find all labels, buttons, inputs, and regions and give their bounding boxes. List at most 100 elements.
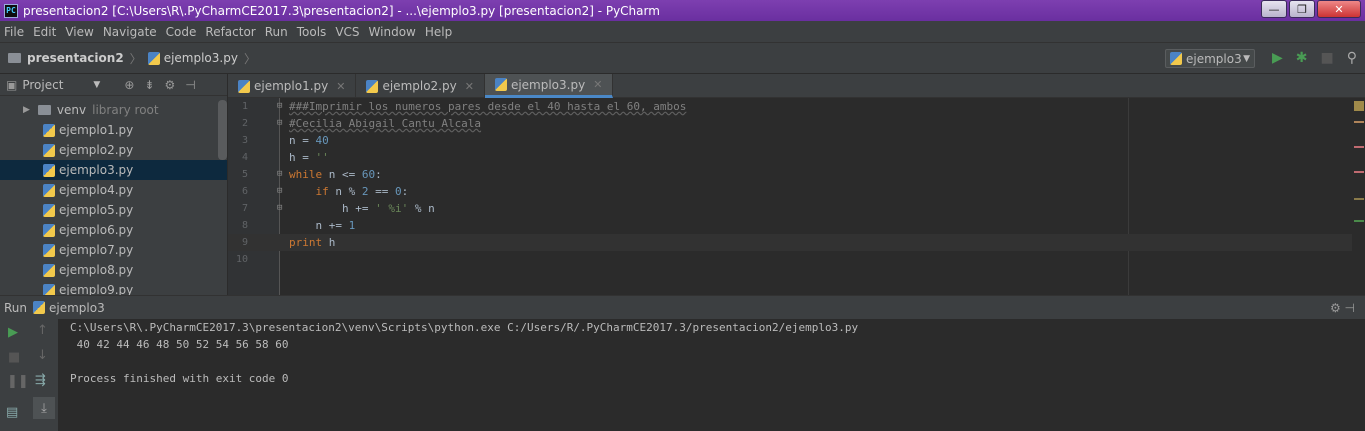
project-view-select[interactable]: Project	[22, 78, 63, 92]
close-button[interactable]: ✕	[1317, 0, 1361, 18]
debug-icon[interactable]: ✱	[1296, 50, 1308, 66]
folder-icon	[8, 53, 21, 63]
run-config-select[interactable]: ejemplo3 ▼	[1165, 49, 1255, 68]
arrow-up-icon[interactable]: ↑	[37, 323, 48, 338]
search-icon[interactable]: ⚲	[1347, 50, 1357, 66]
code-line-current: 9 print h	[228, 234, 1365, 251]
breadcrumb-project[interactable]: presentacion2	[27, 51, 124, 65]
tree-item-label: ejemplo5.py	[59, 203, 134, 217]
layout-icon[interactable]: ▤	[6, 405, 18, 420]
editor-tabs: ejemplo1.py ✕ ejemplo2.py ✕ ejemplo3.py ✕	[228, 74, 1365, 98]
close-icon[interactable]: ✕	[465, 80, 474, 93]
warning-marker[interactable]	[1354, 198, 1364, 200]
fold-icon[interactable]: ⊟	[277, 183, 282, 200]
expand-arrow-icon[interactable]: ▶	[23, 105, 30, 115]
tree-item-label: ejemplo1.py	[59, 123, 134, 137]
scroll-to-end-icon[interactable]: ⤓	[33, 397, 55, 419]
stop-icon[interactable]: ■	[8, 350, 20, 365]
breadcrumb-file[interactable]: ejemplo3.py	[164, 51, 238, 65]
code-line: 1 ⊟ ###Imprimir los numeros pares desde el…	[228, 98, 1365, 115]
code-number: 40	[315, 134, 329, 147]
menu-view[interactable]: View	[65, 25, 93, 39]
arrow-down-icon[interactable]: ↓	[37, 348, 48, 363]
tree-item-file[interactable]: ejemplo8.py	[0, 260, 227, 280]
tree-item-file[interactable]: ejemplo7.py	[0, 240, 227, 260]
code-token: n <=	[322, 168, 362, 181]
collapse-icon[interactable]: ⇟	[144, 78, 154, 92]
python-file-icon	[147, 51, 160, 65]
code-token: n +=	[289, 219, 349, 232]
warning-marker[interactable]	[1354, 171, 1364, 173]
hide-icon[interactable]: ⊣	[185, 78, 195, 92]
minimize-button[interactable]: —	[1261, 0, 1287, 18]
run-config-tab[interactable]: ejemplo3	[49, 301, 105, 315]
menu-code[interactable]: Code	[166, 25, 197, 39]
fold-icon[interactable]: ⊟	[277, 200, 282, 217]
pause-icon[interactable]: ❚❚	[7, 374, 29, 389]
menu-window[interactable]: Window	[369, 25, 416, 39]
menu-help[interactable]: Help	[425, 25, 452, 39]
target-icon[interactable]: ⊕	[124, 78, 134, 92]
editor-area: ejemplo1.py ✕ ejemplo2.py ✕ ejemplo3.py ✕ 1…	[228, 74, 1365, 295]
soft-wrap-icon[interactable]: ⇶	[35, 373, 46, 388]
run-panel-title: Run	[4, 300, 28, 315]
tab-ejemplo3[interactable]: ejemplo3.py ✕	[484, 74, 614, 98]
menu-run[interactable]: Run	[265, 25, 288, 39]
error-stripe[interactable]	[1352, 98, 1365, 295]
code-line: 4 h = ''	[228, 149, 1365, 166]
tree-item-file[interactable]: ejemplo6.py	[0, 220, 227, 240]
gear-icon[interactable]: ⚙	[164, 78, 175, 92]
code-comment: #Cecilia Abigail Cantu Alcala	[289, 117, 482, 130]
tree-item-label: venv	[56, 103, 87, 117]
warning-marker[interactable]	[1354, 121, 1364, 123]
tree-item-file-selected[interactable]: ejemplo3.py	[0, 160, 227, 180]
fold-icon[interactable]: ⊟	[277, 115, 282, 132]
menu-file[interactable]: File	[4, 25, 24, 39]
inspection-status-icon[interactable]	[1354, 101, 1364, 111]
code-editor[interactable]: 1 ⊟ ###Imprimir los numeros pares desde el…	[228, 98, 1365, 295]
fold-icon[interactable]: ⊟	[277, 98, 282, 115]
run-console-output[interactable]: C:\Users\R\.PyCharmCE2017.3\presentacion…	[58, 319, 1365, 431]
code-line: 5 ⊟ while n <= 60:	[228, 166, 1365, 183]
maximize-button[interactable]: ❐	[1289, 0, 1315, 18]
rerun-icon[interactable]: ▶	[8, 325, 18, 340]
tree-item-file[interactable]: ejemplo5.py	[0, 200, 227, 220]
project-scrollbar[interactable]	[218, 100, 227, 160]
python-file-icon	[43, 223, 55, 237]
menu-refactor[interactable]: Refactor	[205, 25, 255, 39]
python-file-icon	[43, 283, 55, 295]
change-marker[interactable]	[1354, 220, 1364, 222]
gear-icon[interactable]: ⚙ ⊣	[1330, 301, 1355, 315]
code-string: ' %i'	[375, 202, 409, 215]
close-icon[interactable]: ✕	[593, 78, 602, 91]
chevron-down-icon[interactable]: ▼	[93, 80, 100, 90]
project-panel: ▣ Project ▼ ⊕ ⇟ ⚙ ⊣ ▶ venv library root …	[0, 74, 228, 295]
tree-item-venv[interactable]: ▶ venv library root	[0, 100, 227, 120]
window-title: presentacion2 [C:\Users\R\.PyCharmCE2017…	[23, 3, 660, 18]
console-line: Process finished with exit code 0	[70, 372, 289, 385]
tree-item-file[interactable]: ejemplo1.py	[0, 120, 227, 140]
tab-ejemplo2[interactable]: ejemplo2.py ✕	[356, 74, 485, 98]
warning-marker[interactable]	[1354, 146, 1364, 148]
code-string: ''	[315, 151, 329, 164]
breadcrumb-separator: 〉	[129, 51, 142, 66]
stop-icon[interactable]: ■	[1321, 50, 1334, 66]
menu-vcs[interactable]: VCS	[335, 25, 359, 39]
breadcrumb: presentacion2 〉 ejemplo3.py 〉	[8, 50, 262, 67]
fold-icon[interactable]: ⊟	[277, 166, 282, 183]
tree-item-file[interactable]: ejemplo2.py	[0, 140, 227, 160]
tree-item-file[interactable]: ejemplo9.py	[0, 280, 227, 295]
code-token: :	[375, 168, 382, 181]
code-line: 3 n = 40	[228, 132, 1365, 149]
tab-ejemplo1[interactable]: ejemplo1.py ✕	[228, 74, 357, 98]
code-keyword: print	[289, 236, 323, 249]
close-icon[interactable]: ✕	[336, 80, 345, 93]
tree-item-file[interactable]: ejemplo4.py	[0, 180, 227, 200]
menu-tools[interactable]: Tools	[297, 25, 327, 39]
menu-edit[interactable]: Edit	[33, 25, 56, 39]
menu-navigate[interactable]: Navigate	[103, 25, 157, 39]
line-number: 1	[241, 101, 248, 112]
breadcrumb-separator: 〉	[243, 51, 256, 66]
run-icon[interactable]: ▶	[1272, 50, 1283, 66]
project-view-icon: ▣	[6, 77, 18, 92]
